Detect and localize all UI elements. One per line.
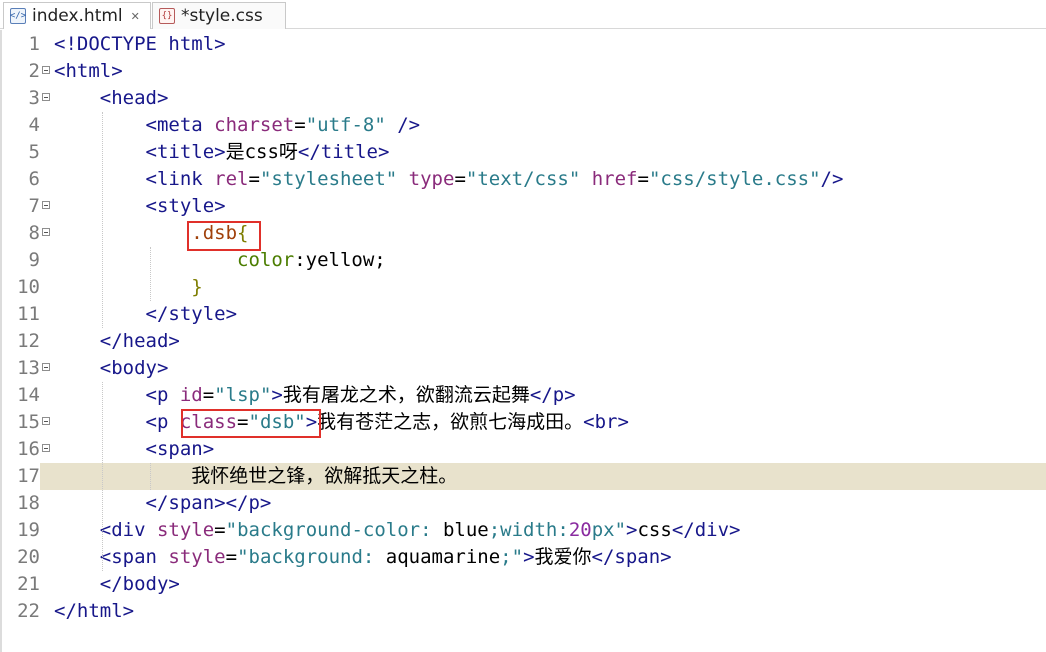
code-line[interactable]: 14 <p id="lsp">我有屠龙之术，欲翻流云起舞</p> xyxy=(2,382,1046,409)
line-number: 12 xyxy=(17,330,40,352)
indent-guide xyxy=(150,247,152,301)
code-text: } xyxy=(191,276,203,298)
line-number: 20 xyxy=(17,546,40,568)
code-text: 我怀绝世之锋，欲解抵天之柱。 xyxy=(54,465,458,487)
code-line[interactable]: 5 <title>是css呀</title> xyxy=(2,139,1046,166)
highlight-box-selector xyxy=(187,221,261,251)
code-text: <html> xyxy=(54,60,123,82)
css-file-icon: {} xyxy=(159,8,175,24)
tab-label: index.html xyxy=(32,6,123,26)
line-number: 14 xyxy=(17,384,40,406)
code-line[interactable]: 20 <span style="background: aquamarine;"… xyxy=(2,544,1046,571)
code-text: </head> xyxy=(99,330,180,352)
code-text: <meta charset="utf-8" /> xyxy=(145,114,421,136)
code-line[interactable]: 22 </html> xyxy=(2,598,1046,625)
line-number: 15 xyxy=(17,411,40,433)
code-line[interactable]: 8 .dsb{ xyxy=(2,220,1046,247)
fold-toggle-icon[interactable] xyxy=(42,93,50,101)
indent-guide xyxy=(150,463,152,490)
line-number: 2 xyxy=(28,60,40,82)
line-number: 6 xyxy=(28,168,40,190)
code-line[interactable]: 12 </head> xyxy=(2,328,1046,355)
code-text: <p id="lsp">我有屠龙之术，欲翻流云起舞</p> xyxy=(145,384,576,406)
code-text: <link rel="stylesheet" type="text/css" h… xyxy=(145,168,844,190)
fold-toggle-icon[interactable] xyxy=(42,417,50,425)
close-icon[interactable]: ✕ xyxy=(131,10,140,23)
line-number: 1 xyxy=(28,33,40,55)
line-number: 13 xyxy=(17,357,40,379)
editor-tab-bar: </> index.html ✕ {} *style.css xyxy=(0,0,1046,29)
code-text: <div style="background-color: blue;width… xyxy=(99,519,741,541)
code-text: </style> xyxy=(145,303,238,325)
tab-index-html[interactable]: </> index.html ✕ xyxy=(3,2,151,29)
code-line[interactable]: 13 <body> xyxy=(2,355,1046,382)
line-number: 8 xyxy=(28,222,40,244)
code-text: <span style="background: aquamarine;">我爱… xyxy=(99,546,672,568)
line-number: 5 xyxy=(28,141,40,163)
code-line[interactable]: 3 <head> xyxy=(2,85,1046,112)
indent-guide xyxy=(102,112,104,328)
code-line[interactable]: 18 </span></p> xyxy=(2,490,1046,517)
code-line[interactable]: 21 </body> xyxy=(2,571,1046,598)
code-line[interactable]: 6 <link rel="stylesheet" type="text/css"… xyxy=(2,166,1046,193)
line-number: 11 xyxy=(17,303,40,325)
fold-toggle-icon[interactable] xyxy=(42,201,50,209)
line-number: 21 xyxy=(17,573,40,595)
code-line[interactable]: 15 <p class="dsb">我有苍茫之志，欲煎七海成田。<br> xyxy=(2,409,1046,436)
code-text: <!DOCTYPE html> xyxy=(54,33,226,55)
code-text: <style> xyxy=(145,195,226,217)
line-number: 18 xyxy=(17,492,40,514)
fold-toggle-icon[interactable] xyxy=(42,444,50,452)
code-line[interactable]: 19 <div style="background-color: blue;wi… xyxy=(2,517,1046,544)
code-line[interactable]: 2 <html> xyxy=(2,58,1046,85)
html-file-icon: </> xyxy=(10,8,26,24)
tab-label: *style.css xyxy=(181,6,263,26)
code-line[interactable]: 11 </style> xyxy=(2,301,1046,328)
highlight-box-class-attr xyxy=(181,409,321,438)
code-line[interactable]: 16 <span> xyxy=(2,436,1046,463)
line-number: 9 xyxy=(28,249,40,271)
code-text: <span> xyxy=(145,438,215,460)
line-number: 16 xyxy=(17,438,40,460)
line-number: 7 xyxy=(28,195,40,217)
tab-style-css[interactable]: {} *style.css xyxy=(152,2,286,29)
fold-toggle-icon[interactable] xyxy=(42,228,50,236)
indent-guide xyxy=(102,382,104,571)
code-line[interactable]: 7 <style> xyxy=(2,193,1046,220)
line-number: 17 xyxy=(2,463,40,490)
code-text: </html> xyxy=(54,600,135,622)
line-number: 22 xyxy=(17,600,40,622)
code-line[interactable]: 17 我怀绝世之锋，欲解抵天之柱。 xyxy=(2,463,1046,490)
line-number: 3 xyxy=(28,87,40,109)
code-text: </span></p> xyxy=(145,492,272,514)
code-editor[interactable]: 1 <!DOCTYPE html> 2 <html> 3 <head> 4 <meta c… xyxy=(0,30,1046,652)
fold-toggle-icon[interactable] xyxy=(42,363,50,371)
line-number: 19 xyxy=(17,519,40,541)
fold-toggle-icon[interactable] xyxy=(42,66,50,74)
line-number: 4 xyxy=(28,114,40,136)
code-text: <p class="dsb">我有苍茫之志，欲煎七海成田。<br> xyxy=(145,411,629,433)
line-number: 10 xyxy=(17,276,40,298)
code-text: </body> xyxy=(99,573,180,595)
code-line[interactable]: 4 <meta charset="utf-8" /> xyxy=(2,112,1046,139)
code-line[interactable]: 1 <!DOCTYPE html> xyxy=(2,31,1046,58)
code-text: <body> xyxy=(99,357,169,379)
code-text: <head> xyxy=(99,87,169,109)
code-line[interactable]: 9 color:yellow; xyxy=(2,247,1046,274)
code-line[interactable]: 10 } xyxy=(2,274,1046,301)
code-text: <title>是css呀</title> xyxy=(145,141,390,163)
